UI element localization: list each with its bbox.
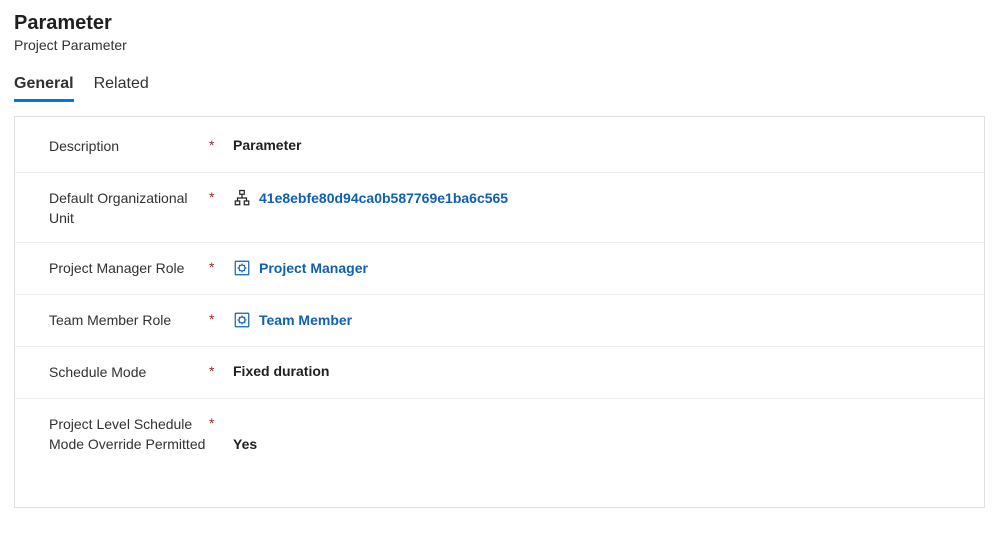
field-label: Schedule Mode: [49, 361, 209, 383]
field-override[interactable]: Project Level Schedule Mode Override Per…: [15, 399, 984, 487]
field-value-link[interactable]: 41e8ebfe80d94ca0b587769e1ba6c565: [233, 187, 970, 207]
field-value: Fixed duration: [233, 361, 970, 379]
field-label: Description: [49, 135, 209, 157]
role-icon: [233, 259, 251, 277]
field-value-link[interactable]: Team Member: [233, 309, 970, 329]
page-title: Parameter: [14, 12, 985, 35]
field-value-text: Yes: [233, 436, 257, 452]
tab-general[interactable]: General: [14, 71, 74, 102]
required-marker: *: [209, 413, 233, 431]
field-label: Project Level Schedule Mode Override Per…: [49, 413, 209, 454]
org-unit-icon: [233, 189, 251, 207]
required-marker: *: [209, 361, 233, 379]
tab-bar: General Related: [14, 71, 985, 102]
required-marker: *: [209, 135, 233, 153]
field-value: Parameter: [233, 135, 970, 153]
role-icon: [233, 311, 251, 329]
field-pm-role[interactable]: Project Manager Role * Project Manager: [15, 243, 984, 295]
required-marker: *: [209, 187, 233, 205]
required-marker: *: [209, 257, 233, 275]
field-value-link[interactable]: Project Manager: [233, 257, 970, 277]
field-value-text: Team Member: [259, 312, 352, 328]
field-value-text: 41e8ebfe80d94ca0b587769e1ba6c565: [259, 190, 508, 206]
tab-related[interactable]: Related: [94, 71, 149, 102]
general-panel: Description * Parameter Default Organiza…: [14, 116, 985, 508]
field-label: Project Manager Role: [49, 257, 209, 279]
field-schedule-mode[interactable]: Schedule Mode * Fixed duration: [15, 347, 984, 399]
field-team-role[interactable]: Team Member Role * Team Member: [15, 295, 984, 347]
page-subtitle: Project Parameter: [14, 37, 985, 53]
field-label: Team Member Role: [49, 309, 209, 331]
field-value: Yes: [233, 413, 970, 473]
required-marker: *: [209, 309, 233, 327]
field-description[interactable]: Description * Parameter: [15, 121, 984, 173]
field-value-text: Project Manager: [259, 260, 368, 276]
field-label: Default Organizational Unit: [49, 187, 209, 228]
field-org-unit[interactable]: Default Organizational Unit * 41e8ebfe80…: [15, 173, 984, 243]
